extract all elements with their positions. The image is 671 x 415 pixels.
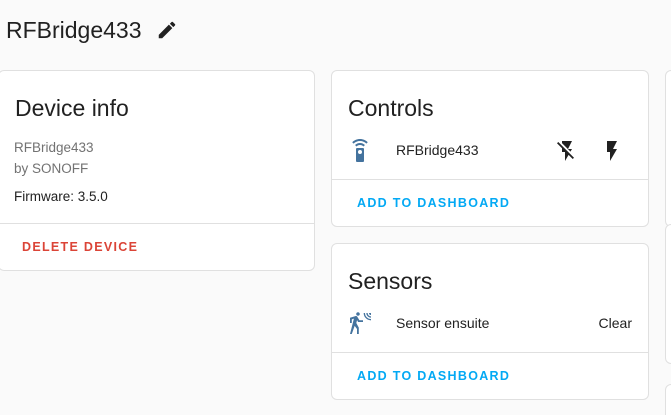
divider xyxy=(0,223,314,224)
page-title: RFBridge433 xyxy=(6,16,142,43)
sensors-card: Sensors Sensor ensuite Clear ADD TO DASH… xyxy=(331,243,649,400)
flash-icon xyxy=(607,141,617,161)
entity-row-sensor[interactable]: Sensor ensuite Clear xyxy=(332,304,648,344)
device-model: RFBridge433 xyxy=(14,140,94,155)
partial-card xyxy=(665,384,671,415)
device-manufacturer: by SONOFF xyxy=(14,161,89,176)
device-info-card: Device info RFBridge433 by SONOFF Firmwa… xyxy=(0,70,315,271)
device-firmware: Firmware: 3.5.0 xyxy=(14,189,108,204)
divider xyxy=(332,352,648,353)
pencil-icon xyxy=(158,21,175,39)
motion-sensor-icon xyxy=(350,312,371,334)
entity-name: RFBridge433 xyxy=(396,142,479,158)
add-to-dashboard-button[interactable]: ADD TO DASHBOARD xyxy=(357,369,510,383)
delete-device-button[interactable]: DELETE DEVICE xyxy=(22,240,138,254)
entity-name: Sensor ensuite xyxy=(396,315,490,331)
partial-card xyxy=(665,224,671,364)
flash-on-button[interactable] xyxy=(600,139,624,163)
controls-title: Controls xyxy=(348,95,434,121)
divider xyxy=(332,179,648,180)
remote-icon xyxy=(352,139,368,162)
entity-row-rfbridge[interactable]: RFBridge433 xyxy=(332,131,648,171)
add-to-dashboard-button[interactable]: ADD TO DASHBOARD xyxy=(357,196,510,210)
flash-off-icon xyxy=(557,141,574,161)
edit-name-button[interactable] xyxy=(155,18,179,42)
page-header: RFBridge433 xyxy=(6,13,179,47)
sensors-title: Sensors xyxy=(348,268,433,294)
flash-off-button[interactable] xyxy=(555,139,579,163)
entity-state: Clear xyxy=(598,315,632,331)
controls-card: Controls RFBridge433 ADD TO DASHBOARD xyxy=(331,70,649,227)
partial-card xyxy=(665,70,671,227)
device-info-title: Device info xyxy=(15,95,129,121)
device-page: RFBridge433 Device info RFBridge433 by S… xyxy=(0,0,671,415)
